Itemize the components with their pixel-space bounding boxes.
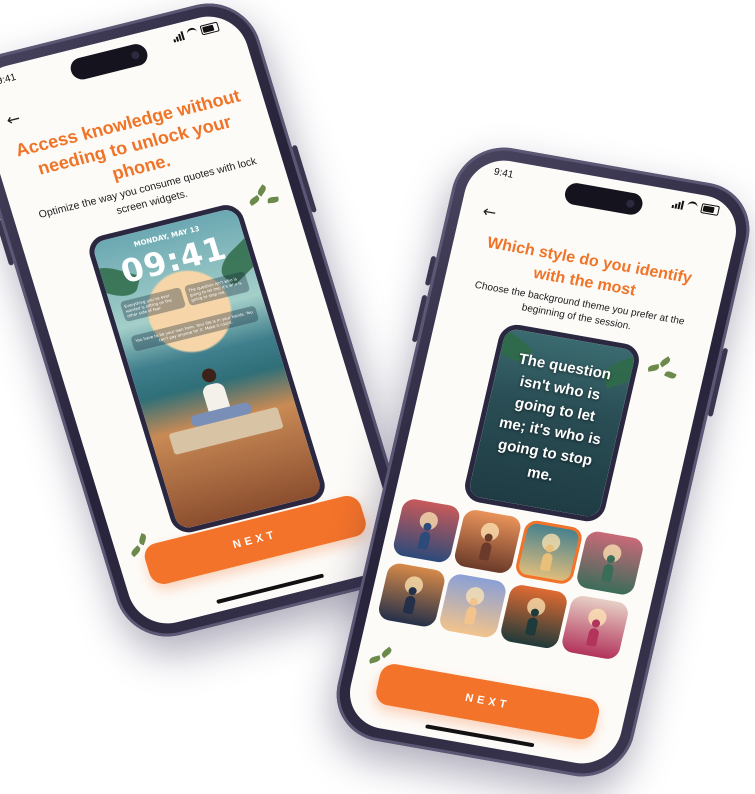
theme-figure: [417, 530, 432, 551]
theme-figure: [463, 605, 478, 626]
leaf-icon: [267, 196, 280, 204]
leaf-icon: [380, 646, 393, 659]
theme-figure: [600, 563, 615, 583]
leaf-icon: [658, 356, 672, 368]
phone-right: 9:41 ← Which style do you identify with …: [326, 139, 755, 785]
theme-tile-1[interactable]: [391, 497, 462, 565]
signal-icon: [171, 30, 185, 42]
back-arrow-icon[interactable]: ←: [4, 108, 23, 129]
leaf-icon: [256, 184, 268, 197]
leaf-icon: [664, 369, 677, 380]
theme-figure: [539, 552, 554, 572]
battery-icon: [199, 21, 220, 36]
battery-icon: [700, 203, 721, 216]
home-indicator: [216, 573, 325, 604]
leaf-icon: [248, 195, 261, 207]
leaf-icon: [137, 533, 148, 546]
right-screen: 9:41 ← Which style do you identify with …: [342, 154, 744, 770]
theme-tile-6[interactable]: [437, 572, 508, 640]
status-time: 9:41: [0, 72, 18, 88]
leaf-icon: [647, 364, 660, 372]
theme-tile-3[interactable]: [513, 518, 584, 586]
volume-button: [0, 218, 15, 266]
status-bar: 9:41: [0, 21, 222, 93]
phone-left: 9:41 ← Access knowledge without needing …: [0, 0, 423, 648]
theme-figure: [585, 627, 600, 647]
status-time: 9:41: [492, 166, 515, 181]
lockscreen-preview: MONDAY, MAY 13 09:41 Everything you've e…: [85, 201, 330, 537]
left-screen: 9:41 ← Access knowledge without needing …: [0, 8, 407, 632]
theme-figure: [478, 541, 493, 561]
volume-button: [411, 294, 428, 343]
theme-tile-2[interactable]: [452, 508, 523, 575]
leaf-icon: [368, 655, 381, 664]
status-bar: 9:41: [492, 166, 721, 222]
power-button: [707, 347, 729, 417]
theme-tile-5[interactable]: [376, 561, 447, 629]
back-arrow-icon[interactable]: ←: [481, 201, 498, 222]
leaf-icon: [129, 545, 142, 558]
theme-figure: [524, 616, 539, 636]
theme-tile-8[interactable]: [560, 594, 631, 661]
theme-tile-7[interactable]: [498, 583, 570, 650]
next-button[interactable]: NEXT: [373, 661, 602, 742]
theme-preview: The question isn't who is going to let m…: [461, 322, 643, 525]
volume-button: [424, 255, 437, 286]
theme-figure: [402, 595, 417, 615]
wifi-icon: [686, 200, 699, 213]
wifi-icon: [185, 26, 199, 39]
signal-icon: [671, 199, 685, 210]
theme-tile-4[interactable]: [574, 529, 646, 597]
